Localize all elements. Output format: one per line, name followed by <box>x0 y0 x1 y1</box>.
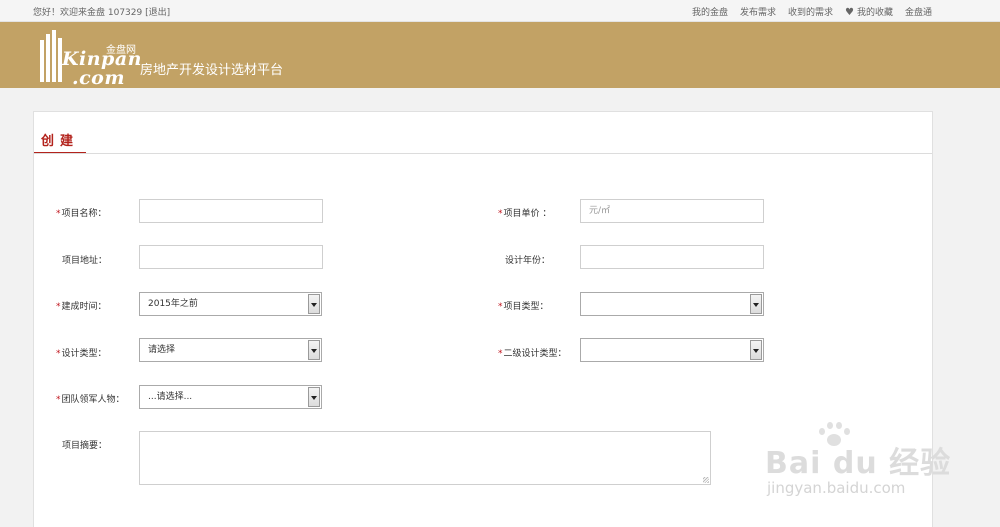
tab-divider <box>34 153 932 154</box>
summary-textarea[interactable] <box>139 431 711 485</box>
required-mark: * <box>498 209 503 219</box>
design-type-select[interactable]: 请选择 <box>139 338 322 362</box>
welcome-text: 您好！欢迎来金盘 107329 [退出] <box>33 5 170 18</box>
my-kinpan-link[interactable]: 我的金盘 <box>692 5 728 18</box>
required-mark: * <box>56 209 61 219</box>
sub-design-type-label: *二级设计类型： <box>498 349 567 359</box>
project-price-input[interactable]: 元/㎡ <box>580 199 764 223</box>
team-leader-value: ...请选择... <box>148 392 193 402</box>
publish-demand-link[interactable]: 发布需求 <box>740 5 776 18</box>
build-time-label: *建成时间： <box>56 302 107 312</box>
required-mark: * <box>498 302 503 312</box>
design-year-input[interactable] <box>580 245 764 269</box>
logo[interactable]: Kinpan .com <box>62 50 142 88</box>
build-time-value: 2015年之前 <box>148 299 198 309</box>
logo-building-icon <box>38 30 64 82</box>
resize-grip-icon[interactable] <box>703 477 709 483</box>
watermark-brand: Bai du 经验 <box>765 446 952 481</box>
required-mark: * <box>56 349 61 359</box>
project-address-label: 项目地址： <box>62 256 108 266</box>
build-time-select[interactable]: 2015年之前 <box>139 292 322 316</box>
top-nav: 我的金盘 发布需求 收到的需求 ♥ 我的收藏 金盘通 <box>692 5 932 18</box>
sub-design-type-select[interactable] <box>580 338 764 362</box>
received-demand-link[interactable]: 收到的需求 <box>788 5 833 18</box>
design-type-value: 请选择 <box>148 345 176 355</box>
heart-icon: ♥ <box>845 7 854 18</box>
project-name-input[interactable] <box>139 199 323 223</box>
my-favorites-link[interactable]: ♥ 我的收藏 <box>845 5 893 18</box>
team-leader-select[interactable]: ...请选择... <box>139 385 322 409</box>
top-bar: 您好！欢迎来金盘 107329 [退出] 我的金盘 发布需求 收到的需求 ♥ 我的… <box>0 0 1000 22</box>
required-mark: * <box>56 302 61 312</box>
project-price-label: *项目单价 ： <box>498 209 552 219</box>
my-favorites-label: 我的收藏 <box>856 8 893 18</box>
team-leader-label: *团队领军人物： <box>56 395 125 405</box>
header-banner: 金盘网 Kinpan .com 房地产开发设计选材平台 <box>0 22 1000 88</box>
welcome-message: 您好！欢迎来金盘 107329 <box>33 8 143 18</box>
tab-create[interactable]: 创建 <box>34 129 86 154</box>
summary-label: 项目摘要： <box>62 441 108 451</box>
dropdown-arrow-icon[interactable] <box>308 387 320 407</box>
kinpan-tong-link[interactable]: 金盘通 <box>905 5 932 18</box>
logo-line-2: .com <box>72 67 125 89</box>
dropdown-arrow-icon[interactable] <box>750 294 762 314</box>
design-type-label: *设计类型： <box>56 349 107 359</box>
tab-create-label: 创建 <box>41 134 80 149</box>
dropdown-arrow-icon[interactable] <box>308 294 320 314</box>
site-slogan: 房地产开发设计选材平台 <box>140 63 284 78</box>
required-mark: * <box>56 395 61 405</box>
dropdown-arrow-icon[interactable] <box>750 340 762 360</box>
project-address-input[interactable] <box>139 245 323 269</box>
watermark-url: jingyan.baidu.com <box>767 479 906 497</box>
project-type-label: *项目类型： <box>498 302 549 312</box>
project-type-select[interactable] <box>580 292 764 316</box>
project-name-label: *项目名称： <box>56 209 107 219</box>
logout-link[interactable]: [退出] <box>145 8 170 18</box>
required-mark: * <box>498 349 503 359</box>
dropdown-arrow-icon[interactable] <box>308 340 320 360</box>
design-year-label: 设计年份： <box>505 256 551 266</box>
